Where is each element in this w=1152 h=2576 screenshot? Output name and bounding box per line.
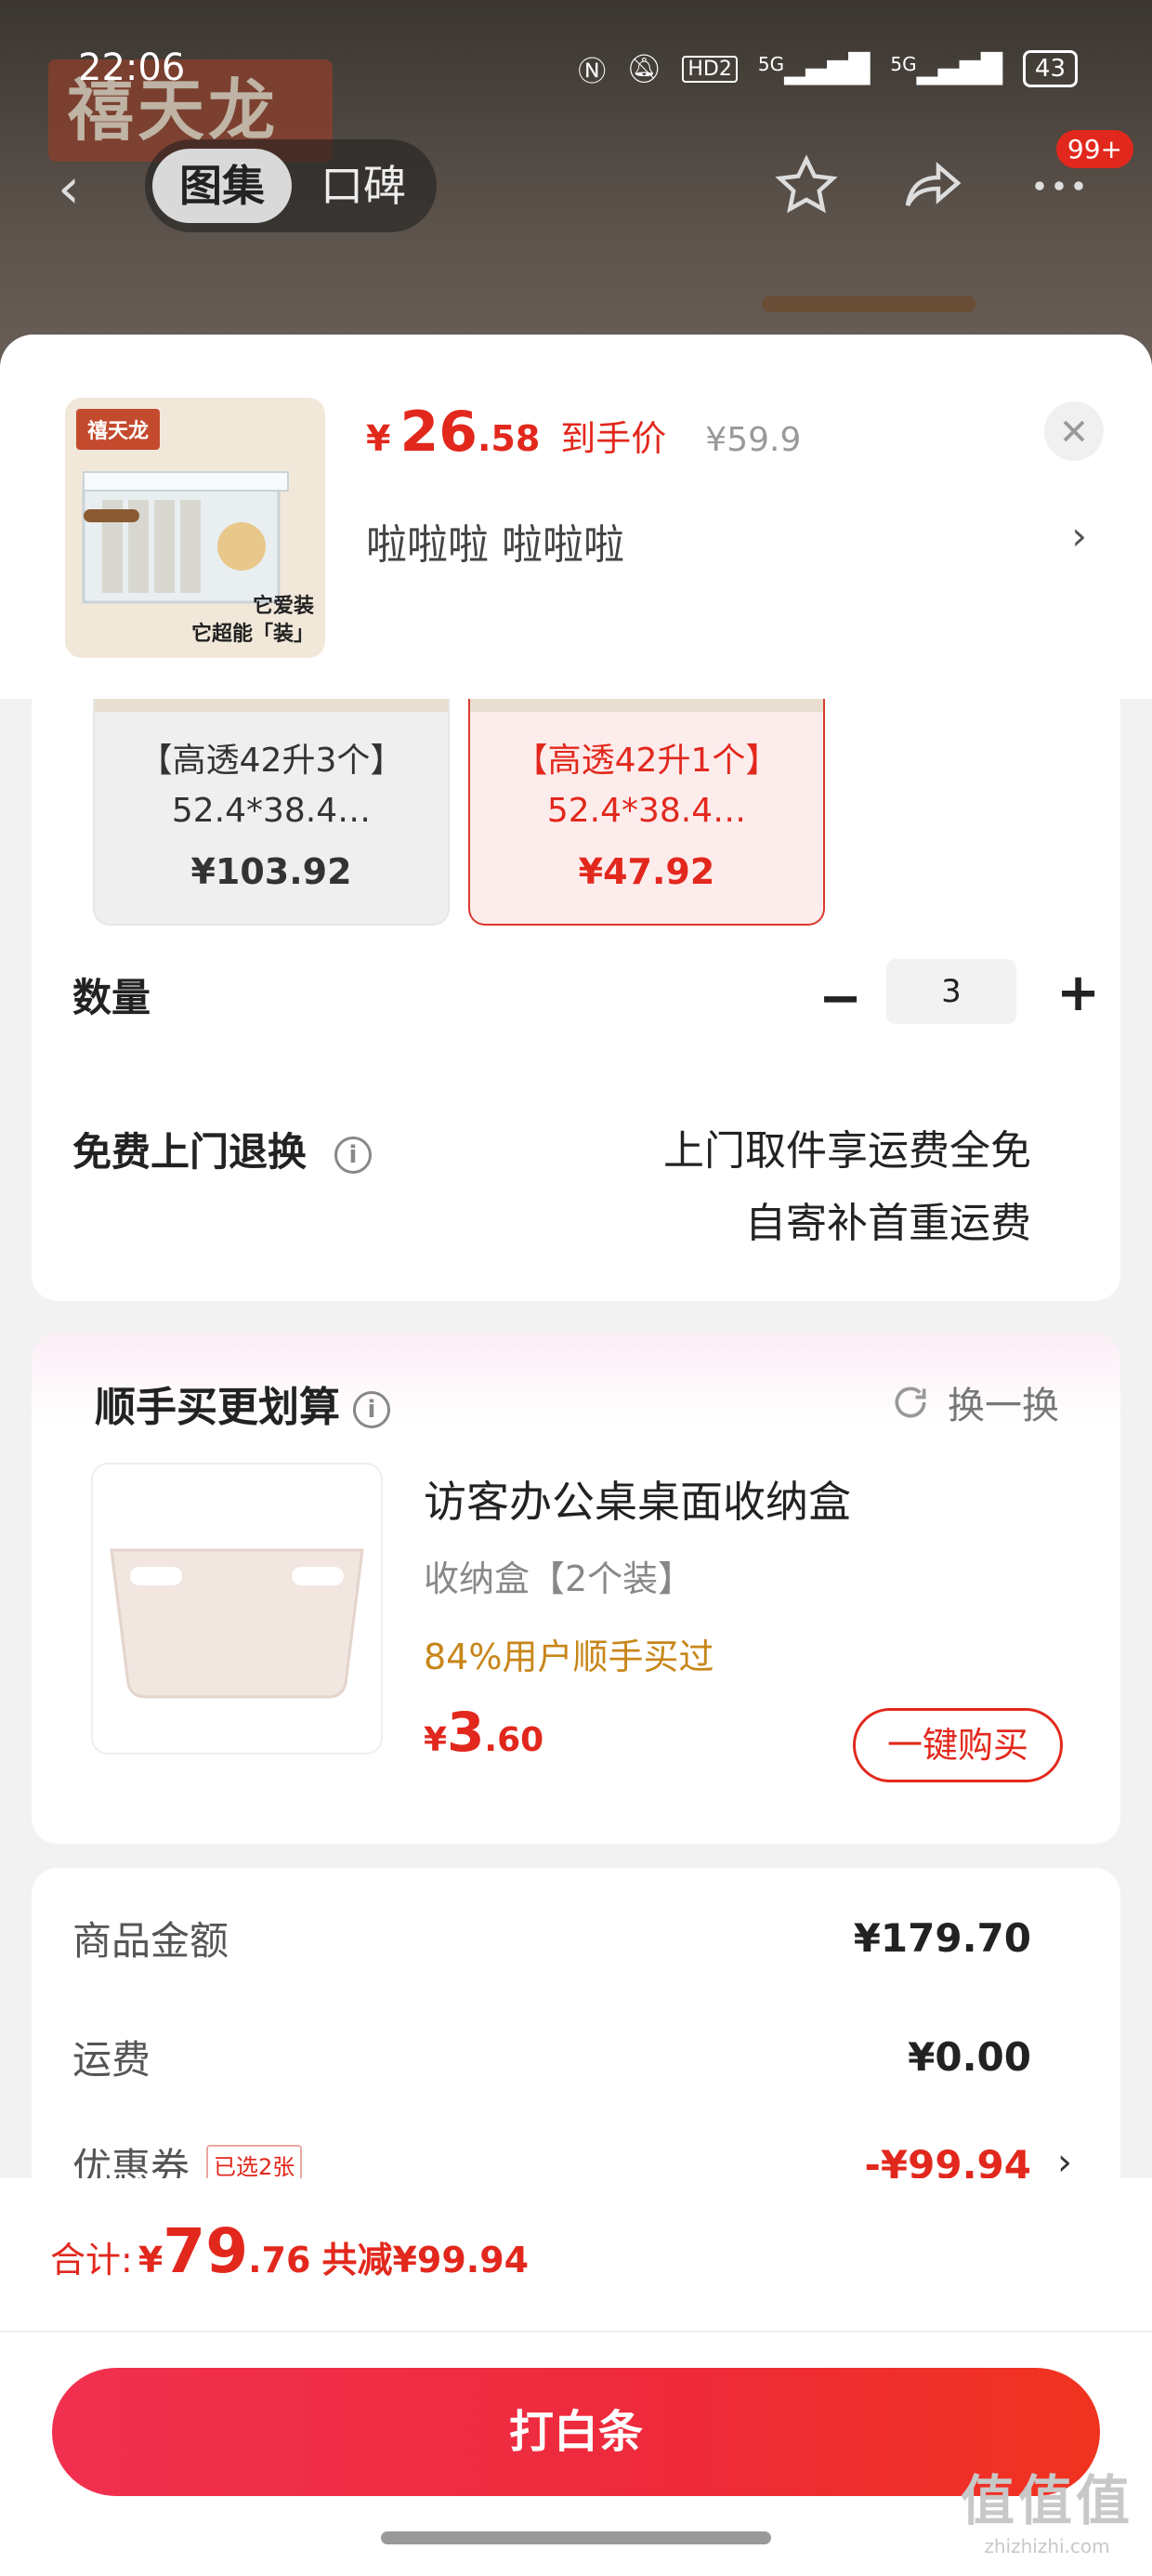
swap-button[interactable]: 换一换 [890,1375,1059,1429]
top-nav: ‹ 图集 口碑 99+ [0,130,1152,232]
sku-option-selected[interactable]: 【高透42升1个】52.4*38.4… ¥47.92 [468,699,825,926]
total-decimal: .76 [248,2240,311,2280]
total-integer: 79 [163,2215,249,2287]
favorite-star-icon[interactable] [769,149,844,223]
total-label: 合计: [50,2240,133,2280]
addon-thumbnail [91,1463,383,1755]
battery-icon: 43 [1022,50,1078,87]
quantity-label: 数量 [72,975,151,1020]
sku-image-strip [95,699,448,712]
close-icon [1063,420,1085,442]
thumbnail-caption: 它爱装 它超能「装」 [190,595,314,646]
goods-amount-label: 商品金额 [72,1917,229,1964]
info-icon[interactable]: i [334,1136,373,1174]
view-switch: 图集 口碑 [145,139,437,232]
info-icon[interactable]: i [353,1391,390,1428]
addon-price: ¥3.60 [424,1701,544,1764]
tab-gallery[interactable]: 图集 [152,149,292,223]
sku-name: 【高透42升3个】52.4*38.4… [138,742,404,830]
price-decimal: .58 [477,418,541,459]
status-time: 22:06 [78,46,186,89]
product-header: 禧天龙 它爱装 它超能「装」 ¥26.58 到手价 ¥59.9 啦啦啦 啦啦啦 … [0,335,1152,699]
addon-item-name[interactable]: 访客办公桌桌面收纳盒 [424,1468,851,1530]
signal-5g-icon: 5G▂▄▆█ [757,52,871,85]
shipping-value: ¥0.00 [908,2033,1031,2080]
addon-item-spec: 收纳盒【2个装】 [424,1558,694,1599]
return-description: 上门取件享运费全免 自寄补首重运费 [663,1127,1031,1247]
divider [0,2331,1152,2333]
price-currency: ¥ [366,418,391,459]
sku-price: ¥47.92 [578,851,715,892]
status-bar: 22:06 Ⓝ 🔕︎ HD2 5G▂▄▆█ 5G▂▄▆█ 43 [0,37,1152,102]
free-return-label: 免费上门退换 i [72,1121,373,1177]
pay-with-baitiao-button[interactable]: 打白条 [52,2368,1100,2496]
share-icon[interactable] [896,149,970,223]
refresh-icon [895,1387,926,1418]
addon-title: 顺手买更划算 i [95,1373,390,1433]
site-watermark: 值值值 zhizhizhi.com [960,2469,1133,2557]
options-card: 【高透42升3个】52.4*38.4… ¥103.92 【高透42升1个】52.… [32,699,1120,1301]
final-price-tag: 到手价 [560,418,667,459]
mute-icon: 🔕︎ [626,52,662,85]
quantity-increase-button[interactable]: + [1056,963,1100,1023]
goods-amount-value: ¥179.70 [853,1914,1031,1961]
tab-reviews[interactable]: 口碑 [303,149,424,223]
nav-actions: 99+ [769,130,1133,223]
checkout-footer: 合计: ¥79.76 共减¥99.94 打白条 值值值 zhizhizhi.co… [0,2178,1152,2576]
thumbnail-brand-logo: 禧天龙 [76,409,161,450]
sku-option[interactable]: 【高透42升3个】52.4*38.4… ¥103.92 [93,699,450,926]
shipping-label: 运费 [72,2036,151,2083]
price-integer: 26 [399,400,478,465]
one-click-buy-button[interactable]: 一键购买 [853,1708,1063,1782]
hd-icon: HD2 [682,55,738,83]
nfc-icon: Ⓝ [578,56,607,88]
total-currency: ¥ [137,2240,164,2280]
sku-price: ¥103.92 [190,851,352,892]
total-row: 合计: ¥79.76 共减¥99.94 [50,2215,529,2287]
close-button[interactable] [1044,401,1104,461]
goods-amount-row: 商品金额 ¥179.70 [72,1905,1031,1970]
status-icons: Ⓝ 🔕︎ HD2 5G▂▄▆█ 5G▂▄▆█ 43 [578,48,1078,89]
chevron-right-icon[interactable]: › [1071,513,1087,559]
purchase-sheet: 禧天龙 它爱装 它超能「装」 ¥26.58 到手价 ¥59.9 啦啦啦 啦啦啦 … [0,335,1152,2576]
box-handle-decoration [762,296,975,312]
storage-basket-image [110,1548,364,1699]
addon-social-proof: 84%用户顺手买过 [424,1636,714,1677]
sku-image-strip [470,699,823,712]
quantity-decrease-button[interactable]: − [818,968,862,1029]
price-row: ¥26.58 到手价 ¥59.9 [366,400,801,465]
total-savings: 共减¥99.94 [321,2240,530,2280]
more-menu-button[interactable]: 99+ [1022,130,1133,223]
back-button[interactable]: ‹ [58,156,80,221]
addon-recommendation-card: 顺手买更划算 i 换一换 访客办公桌桌面收纳盒 收纳盒【2个装】 84%用户顺手买… [32,1333,1120,1844]
shipping-row: 运费 ¥0.00 [72,2024,1031,2089]
signal-5g-icon: 5G▂▄▆█ [890,52,1002,85]
selected-spec[interactable]: 啦啦啦 啦啦啦 [366,511,624,571]
sku-name: 【高透42升1个】52.4*38.4… [514,742,779,830]
notification-badge: 99+ [1055,130,1133,168]
original-price: ¥59.9 [705,421,802,459]
home-indicator[interactable] [381,2531,771,2544]
product-thumbnail: 禧天龙 它爱装 它超能「装」 [65,398,325,658]
quantity-input[interactable]: 3 [886,959,1016,1024]
